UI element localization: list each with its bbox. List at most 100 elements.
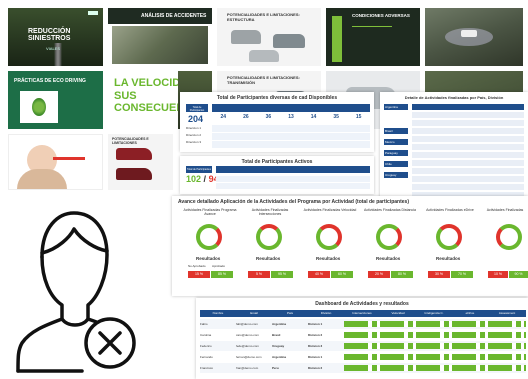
passed-pct: 90 %: [509, 271, 528, 278]
table-row[interactable]: Fabio fabi@demo.com Argentina Division 1: [200, 319, 526, 329]
slide-thumbnail-3[interactable]: POTENCIALIDADES E LIMITACIONES: ESTRUCTU…: [217, 8, 321, 66]
column-header: Intersecciones: [352, 311, 372, 315]
row-name: Francisco: [200, 366, 214, 370]
activity-card: Actividades Finalizadas Intersecciones: [242, 208, 298, 220]
detail-grid-header: [412, 104, 524, 110]
passed-pct: 70 %: [451, 271, 473, 278]
slide-thumbnail-6[interactable]: PRÁCTICAS DE ECO DRIVING: [8, 71, 103, 129]
report-title: Total de Participantes Activos: [241, 159, 313, 165]
country-label: Argentina: [384, 104, 408, 110]
activity-progress-report[interactable]: Avance detallado Aplicación de la Activi…: [172, 196, 528, 296]
row-label: Direccion 2: [186, 133, 202, 137]
card-label: Actividades Finalizadas: [486, 208, 524, 212]
not-approved-label: No Aprobado: [188, 264, 206, 268]
failed-pct: 5 %: [248, 271, 270, 278]
column-header: Velocidad: [391, 311, 405, 315]
total-value: 204: [188, 114, 204, 124]
active-grid-header: [216, 166, 370, 173]
results-label: Resultados: [436, 256, 461, 261]
car-image: [249, 50, 279, 62]
col-value: 13: [288, 114, 294, 120]
results-label: Resultados: [256, 256, 281, 261]
slide-title: PRÁCTICAS DE ECO DRIVING: [14, 78, 86, 84]
active-value: 102: [186, 174, 202, 184]
row-name: Fernando: [200, 355, 213, 359]
car-image: [461, 30, 477, 37]
table-row[interactable]: Francisco fran@demo.com Peru Division 2: [200, 363, 526, 373]
slide-thumbnail-2[interactable]: ANÁLISIS DE ACCIDENTES: [108, 8, 212, 66]
total-label: Total de Participantes: [187, 168, 211, 171]
progress-gauge: [376, 224, 402, 250]
failed-pct: 40 %: [308, 271, 330, 278]
person-body-icon: [17, 169, 67, 189]
column-header: División: [320, 311, 332, 315]
row-name: Carolina: [200, 333, 212, 337]
row-label: Direccion 3: [186, 140, 202, 144]
col-value: 24: [220, 114, 227, 120]
slide-subtitle: VIALES: [46, 46, 61, 51]
active-grid: [216, 175, 370, 189]
slide-thumbnail-4[interactable]: CONDICIONES ADVERSAS: [326, 8, 420, 66]
report-title: Detalle de Actividades finalizadas por P…: [404, 95, 504, 100]
table-row[interactable]: Federico fede@demo.com Uruguay Division …: [200, 341, 526, 351]
status-cells: [344, 332, 526, 338]
column-header: eDrive: [465, 311, 475, 315]
passed-pct: 60 %: [331, 271, 353, 278]
slide-thumbnail-5[interactable]: [425, 8, 523, 66]
slide-thumbnail-1[interactable]: REDUCCIÓN SINIESTROS VIALES: [8, 8, 103, 66]
car-image: [231, 30, 261, 44]
row-email: caro@demo.com: [236, 333, 259, 337]
activity-card: Actividades Finalizadas Distancia: [362, 208, 418, 220]
column-header: País: [286, 311, 293, 315]
column-header: Nombre: [212, 311, 224, 315]
columns-header: [212, 104, 370, 112]
results-label: Resultados: [196, 256, 221, 261]
card-label: Actividades Finalizadas Velocidad: [303, 208, 357, 212]
card-label: Actividades Finalizadas eDrive: [426, 208, 474, 212]
logo-badge: [88, 11, 98, 15]
table-row[interactable]: Carolina caro@demo.com Brasil Division 2: [200, 330, 526, 340]
progress-gauge: [316, 224, 342, 250]
activity-card: Actividades Finalizadas Velocidad: [302, 208, 358, 220]
results-label: Resultados: [376, 256, 401, 261]
vertical-accent-bar: [332, 16, 342, 62]
progress-gauge: [256, 224, 282, 250]
column-header: Email: [250, 311, 258, 315]
country-detail-report[interactable]: Detalle de Actividades finalizadas por P…: [380, 92, 528, 202]
approved-label: Aprobado: [212, 264, 226, 268]
row-name: Fabio: [200, 322, 208, 326]
country-label: Paraguay: [384, 150, 408, 156]
status-cells: [344, 365, 526, 371]
failed-pct: 10 %: [488, 271, 508, 278]
col-value: 36: [265, 114, 272, 120]
row-email: fabi@demo.com: [236, 322, 258, 326]
passed-pct: 85 %: [211, 271, 233, 278]
slide-thumbnail-12[interactable]: POTENCIALIDADES E LIMITACIONES: [108, 134, 173, 190]
detail-grid: [412, 104, 524, 198]
status-cells: [344, 343, 526, 349]
activities-dashboard[interactable]: Dashboard de Actividades y resultados No…: [196, 298, 528, 379]
active-participants-report[interactable]: Total de Participantes Activos Total de …: [180, 156, 374, 194]
slide-title: CONDICIONES ADVERSAS: [352, 13, 410, 18]
country-label: Brasil: [384, 128, 408, 134]
dashboard-header-row: Nombre Email País División Interseccione…: [200, 310, 526, 317]
progress-gauge: [196, 224, 222, 250]
row-name: Federico: [200, 344, 212, 348]
slide-title: ANÁLISIS DE ACCIDENTES: [141, 13, 207, 19]
col-value: 14: [310, 114, 317, 120]
row-division: Division 1: [308, 355, 323, 359]
column-header: Assessment: [498, 311, 516, 315]
passed-pct: 95 %: [271, 271, 293, 278]
slide-title: POTENCIALIDADES E LIMITACIONES: TRANSMIS…: [227, 75, 300, 85]
participants-report[interactable]: Total de Participantes diversas de cad D…: [180, 92, 374, 152]
country-label: Mexico: [384, 139, 408, 145]
slide-thumbnail-11[interactable]: [8, 134, 103, 190]
activity-card: Actividades Finalizadas: [482, 208, 528, 220]
row-labels: Direccion 1 Direccion 2 Direccion 3: [186, 126, 208, 144]
leaf-icon: [32, 98, 46, 116]
row-email: fran@demo.com: [236, 366, 259, 370]
row-division: Division 3: [308, 344, 323, 348]
table-row[interactable]: Fernando fernan@demo.com Argentina Divis…: [200, 352, 526, 362]
activity-card: Actividades Finalizadas Programa Avance: [182, 208, 238, 220]
car-image: [116, 148, 152, 160]
